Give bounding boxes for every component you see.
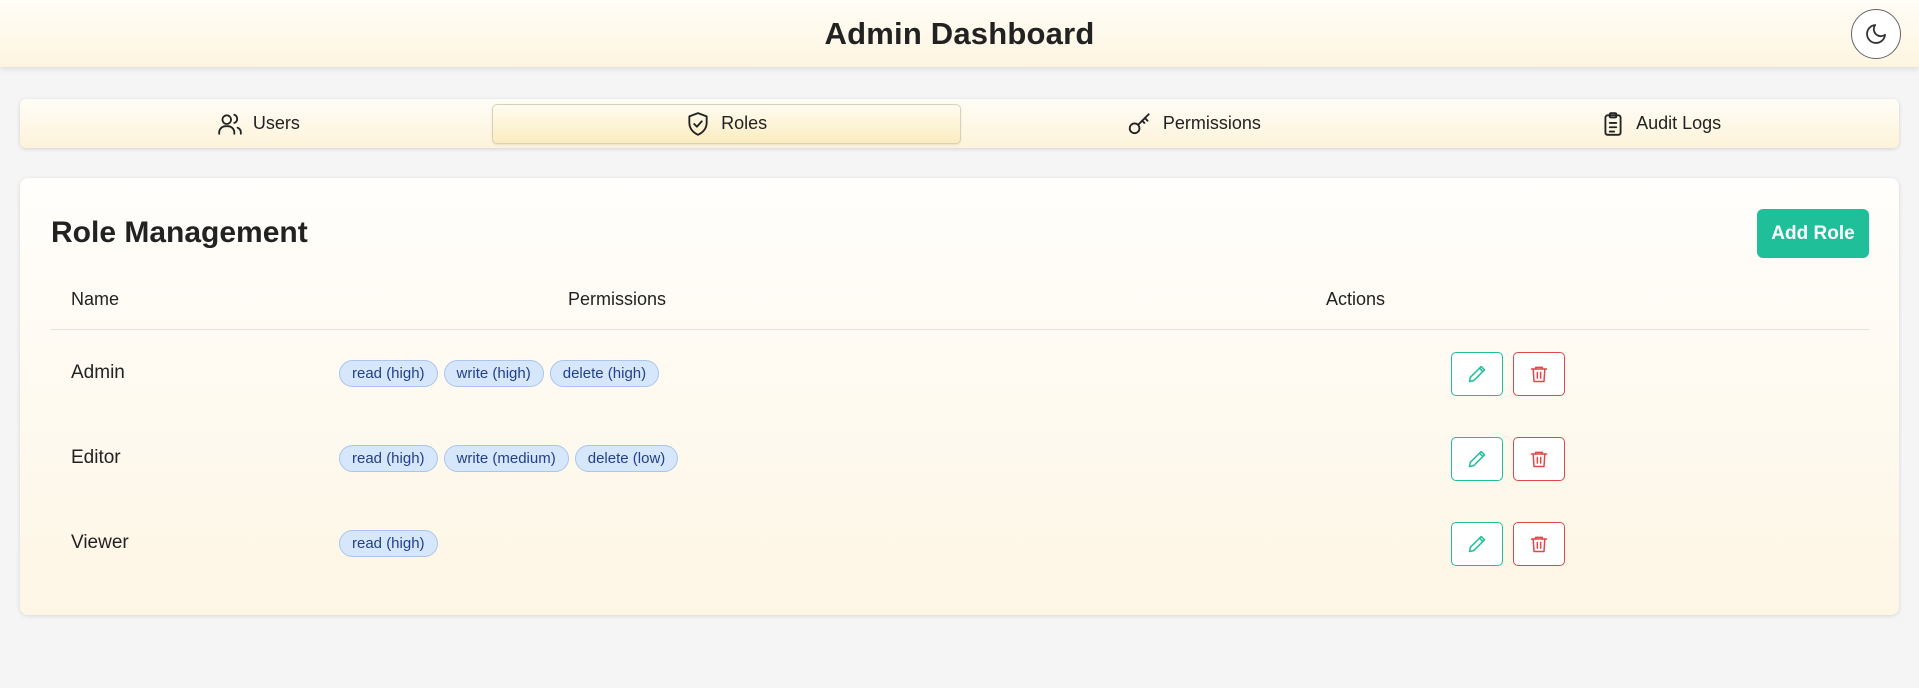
permission-badge: delete (low) <box>574 445 679 472</box>
permission-badge: delete (high) <box>549 360 660 387</box>
page-title: Admin Dashboard <box>824 15 1095 51</box>
permission-badge: read (high) <box>339 360 438 387</box>
delete-role-button[interactable] <box>1513 437 1565 481</box>
section-title: Role Management <box>51 216 308 249</box>
permission-tags: read (high) <box>339 530 438 557</box>
edit-role-button[interactable] <box>1451 522 1503 566</box>
tab-permissions[interactable]: Permissions <box>961 104 1428 144</box>
permission-badge: write (high) <box>443 360 544 387</box>
column-header-permissions: Permissions <box>568 289 667 309</box>
shield-check-icon <box>688 111 708 136</box>
tab-roles-label: Roles <box>721 113 768 133</box>
role-name: Editor <box>71 447 121 468</box>
permission-badge: write (medium) <box>443 445 569 472</box>
column-header-actions: Actions <box>1326 289 1386 309</box>
tab-users-label: Users <box>252 113 300 133</box>
column-header-name: Name <box>71 289 120 309</box>
table-row: Viewer read (high) <box>20 514 1899 574</box>
key-icon <box>1128 112 1150 134</box>
users-icon <box>218 113 242 135</box>
trash-icon <box>1530 366 1548 383</box>
role-name: Viewer <box>71 532 129 553</box>
tab-permissions-label: Permissions <box>1162 113 1261 133</box>
pencil-icon <box>1468 450 1486 468</box>
edit-role-button[interactable] <box>1451 437 1503 481</box>
add-role-button[interactable]: Add Role <box>1757 209 1869 258</box>
table-row: Editor read (high) write (medium) delete… <box>20 429 1899 489</box>
pencil-icon <box>1468 365 1486 383</box>
pencil-icon <box>1468 535 1486 553</box>
tab-roles[interactable]: Roles <box>491 103 961 144</box>
permission-tags: read (high) write (medium) delete (low) <box>339 445 679 472</box>
header-divider <box>51 329 1869 330</box>
role-name: Admin <box>71 362 125 383</box>
permission-badge: read (high) <box>339 530 438 557</box>
role-management-card: Role Management Add Role Name Permission… <box>20 178 1899 615</box>
table-row: Admin read (high) write (high) delete (h… <box>20 344 1899 404</box>
top-header: Admin Dashboard <box>0 0 1919 67</box>
theme-toggle-button[interactable] <box>1851 9 1901 59</box>
tab-users[interactable]: Users <box>25 104 492 144</box>
tab-audit-logs[interactable]: Audit Logs <box>1427 104 1894 144</box>
tab-audit-logs-label: Audit Logs <box>1636 113 1722 133</box>
clipboard-list-icon <box>1604 111 1622 136</box>
permission-badge: read (high) <box>339 445 438 472</box>
permission-tags: read (high) write (high) delete (high) <box>339 360 660 387</box>
delete-role-button[interactable] <box>1513 522 1565 566</box>
edit-role-button[interactable] <box>1451 352 1503 396</box>
moon-icon <box>1866 24 1886 44</box>
trash-icon <box>1530 451 1548 468</box>
delete-role-button[interactable] <box>1513 352 1565 396</box>
tab-bar: Users Roles Permissions Audit Logs <box>20 99 1899 148</box>
trash-icon <box>1530 536 1548 553</box>
